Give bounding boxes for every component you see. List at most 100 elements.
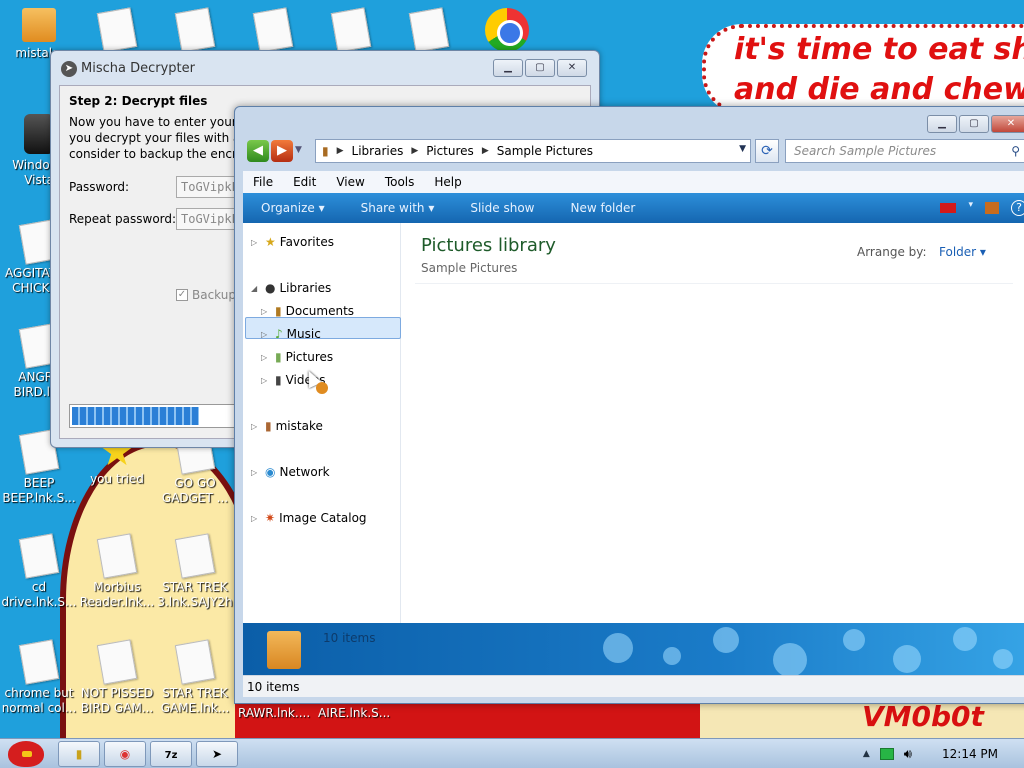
recent-pages-dropdown[interactable]: ▼ xyxy=(295,145,302,155)
menu-view[interactable]: View xyxy=(336,175,364,189)
password-label: Password: xyxy=(69,180,130,194)
content-pane[interactable]: Pictures library Sample Pictures Arrange… xyxy=(401,223,1024,623)
menu-edit[interactable]: Edit xyxy=(293,175,316,189)
details-item-count: 10 items xyxy=(323,631,376,645)
desktop-icon-star-trek-3[interactable]: STAR TREK 3.lnk.SAJY2h xyxy=(156,533,234,610)
desktop-icon-star-trek-game[interactable]: STAR TREK GAME.lnk... xyxy=(156,639,234,716)
document-icon xyxy=(252,7,294,53)
document-icon xyxy=(174,7,216,53)
network-status-icon[interactable] xyxy=(879,748,894,760)
slide-show-button[interactable]: Slide show xyxy=(470,201,534,215)
chevron-right-icon[interactable]: ▶ xyxy=(411,146,418,156)
checkmark-icon: ✓ xyxy=(176,289,188,301)
preview-pane-icon[interactable] xyxy=(985,202,999,214)
backup-checkbox[interactable]: ✓ Backup xyxy=(176,288,236,302)
nav-music[interactable]: ▷ ♪ Music xyxy=(261,327,321,341)
organize-button[interactable]: Organize ▾ xyxy=(261,201,325,215)
taskbar-mischa-button[interactable]: ➤ xyxy=(196,741,238,767)
view-options-icon[interactable] xyxy=(940,203,957,213)
expand-arrow-icon[interactable]: ▷ xyxy=(251,238,261,247)
menu-bar: File Edit View Tools Help xyxy=(243,171,1024,193)
expand-arrow-icon[interactable]: ▷ xyxy=(261,376,271,385)
videos-icon: ▮ xyxy=(275,373,282,387)
nav-image-catalog[interactable]: ▷ ✷ Image Catalog xyxy=(251,511,367,525)
desktop-icon-label[interactable]: RAWR.lnk.... xyxy=(238,706,310,720)
divider xyxy=(415,283,1013,284)
desktop-icon-doc-a[interactable] xyxy=(78,7,156,54)
address-bar[interactable]: ▮ ▶ Libraries ▶ Pictures ▶ Sample Pictur… xyxy=(315,139,751,163)
mischa-titlebar[interactable]: ➤ Mischa Decrypter ▁ ▢ ✕ xyxy=(51,51,599,85)
desktop-icon-doc-d[interactable] xyxy=(312,7,390,54)
chevron-down-icon[interactable]: ▾ xyxy=(968,200,973,216)
search-input[interactable]: Search Sample Pictures ⚲ xyxy=(785,139,1024,163)
document-icon xyxy=(330,7,372,53)
expand-arrow-icon[interactable]: ▷ xyxy=(261,353,271,362)
expand-arrow-icon[interactable]: ▷ xyxy=(251,468,261,477)
menu-help[interactable]: Help xyxy=(434,175,461,189)
maximize-button[interactable]: ▢ xyxy=(525,59,555,77)
minimize-button[interactable]: ▁ xyxy=(927,115,957,133)
new-folder-button[interactable]: New folder xyxy=(570,201,635,215)
desktop-icon-doc-e[interactable] xyxy=(390,7,468,54)
nav-documents[interactable]: ▷ ▮ Documents xyxy=(261,304,354,318)
arrange-by-dropdown[interactable]: Folder ▾ xyxy=(939,245,986,259)
nav-mistake[interactable]: ▷ ▮ mistake xyxy=(251,419,323,433)
desktop-icon-doc-c[interactable] xyxy=(234,7,312,54)
chevron-right-icon[interactable]: ▶ xyxy=(482,146,489,156)
show-hidden-icons-icon[interactable]: ▲ xyxy=(863,749,870,759)
close-button[interactable]: ✕ xyxy=(991,115,1024,133)
forward-arrow-icon[interactable]: ▶ xyxy=(271,140,293,162)
nav-label: Documents xyxy=(285,304,355,318)
taskbar-explorer-button[interactable]: ▮ xyxy=(58,741,100,767)
chevron-right-icon[interactable]: ▶ xyxy=(337,146,344,156)
nav-label: Libraries xyxy=(279,281,332,295)
taskbar-7zip-button[interactable]: 7z xyxy=(150,741,192,767)
nav-network[interactable]: ▷ ◉ Network xyxy=(251,465,330,479)
desktop-icon-chrome[interactable] xyxy=(468,8,546,52)
taskbar-chrome-button[interactable]: ◉ xyxy=(104,741,146,767)
file-icon xyxy=(22,8,56,42)
start-button[interactable] xyxy=(4,739,46,768)
nav-pictures[interactable]: ▷ ▮ Pictures xyxy=(261,350,333,364)
nav-favorites[interactable]: ▷ ★ Favorites xyxy=(251,235,334,249)
back-arrow-icon[interactable]: ◀ xyxy=(247,140,269,162)
document-icon xyxy=(96,639,138,685)
archive-icon: 7z xyxy=(164,750,178,761)
expand-arrow-icon[interactable]: ▷ xyxy=(251,514,261,523)
refresh-button[interactable]: ⟳ xyxy=(755,139,779,163)
command-bar: Organize ▾ Share with ▾ Slide show New f… xyxy=(243,193,1024,223)
expand-arrow-icon[interactable]: ▷ xyxy=(251,422,261,431)
desktop-icon-chrome-normal[interactable]: chrome but normal col... xyxy=(0,639,78,716)
address-row: ◀ ▶ ▼ ▮ ▶ Libraries ▶ Pictures ▶ Sample … xyxy=(243,139,1024,163)
breadcrumb-item[interactable]: Libraries xyxy=(352,144,404,158)
search-icon[interactable]: ⚲ xyxy=(1011,140,1020,162)
breadcrumb-item[interactable]: Sample Pictures xyxy=(497,144,593,158)
meme-text-line2: and die and chew xyxy=(734,72,1024,107)
chevron-down-icon[interactable]: ▼ xyxy=(739,144,746,154)
share-with-button[interactable]: Share with ▾ xyxy=(361,201,435,215)
clock[interactable]: 12:14 PM xyxy=(942,747,998,761)
desktop-icon-not-pissed-bird[interactable]: NOT PISSED BIRD GAM... xyxy=(78,639,156,716)
desktop-icon-label[interactable]: AIRE.lnk.S... xyxy=(318,706,390,720)
desktop-icon-cd-drive[interactable]: cd drive.lnk.S... xyxy=(0,533,78,610)
close-button[interactable]: ✕ xyxy=(557,59,587,77)
nav-label: Music xyxy=(286,327,321,341)
step-heading: Step 2: Decrypt files xyxy=(69,94,208,108)
document-icon xyxy=(18,533,60,579)
help-icon[interactable]: ? xyxy=(1011,200,1024,216)
desktop-icon-morbius[interactable]: Morbius Reader.lnk... xyxy=(78,533,156,610)
document-icon xyxy=(96,533,138,579)
menu-tools[interactable]: Tools xyxy=(385,175,415,189)
volume-icon[interactable]: 🔊︎ xyxy=(904,747,912,762)
maximize-button[interactable]: ▢ xyxy=(959,115,989,133)
expand-arrow-icon[interactable]: ▷ xyxy=(261,330,271,339)
menu-file[interactable]: File xyxy=(253,175,273,189)
collapse-arrow-icon[interactable]: ◢ xyxy=(251,284,261,293)
minimize-button[interactable]: ▁ xyxy=(493,59,523,77)
network-icon: ◉ xyxy=(265,465,276,479)
nav-libraries[interactable]: ◢ ● Libraries xyxy=(251,281,331,295)
expand-arrow-icon[interactable]: ▷ xyxy=(261,307,271,316)
desktop-icon-doc-b[interactable] xyxy=(156,7,234,54)
backup-label: Backup xyxy=(192,288,236,302)
breadcrumb-item[interactable]: Pictures xyxy=(426,144,474,158)
